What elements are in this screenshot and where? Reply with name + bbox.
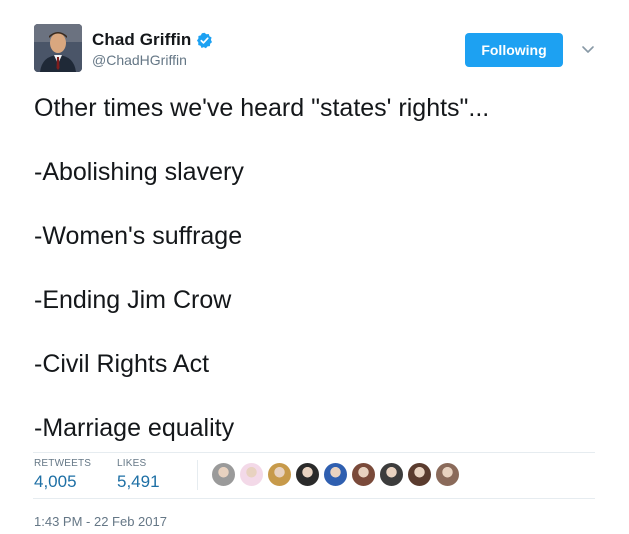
tweet-line: -Women's suffrage bbox=[34, 222, 243, 250]
retweets-count: 4,005 bbox=[34, 472, 77, 491]
liker-avatar[interactable] bbox=[211, 462, 236, 487]
author-info: Chad Griffin @ChadHGriffin bbox=[92, 30, 213, 68]
display-name[interactable]: Chad Griffin bbox=[92, 30, 191, 50]
liker-avatar[interactable] bbox=[435, 462, 460, 487]
timestamp[interactable]: 1:43 PM - 22 Feb 2017 bbox=[34, 514, 167, 529]
avatar-image bbox=[34, 24, 82, 72]
likes-count: 5,491 bbox=[117, 472, 160, 491]
tweet-line: -Marriage equality bbox=[34, 414, 235, 442]
tweet-line: -Ending Jim Crow bbox=[34, 286, 232, 314]
tweet-card: Chad Griffin @ChadHGriffin Following Oth… bbox=[0, 0, 629, 534]
liker-avatar[interactable] bbox=[267, 462, 292, 487]
liker-avatar[interactable] bbox=[351, 462, 376, 487]
stats-divider bbox=[197, 460, 198, 490]
handle[interactable]: @ChadHGriffin bbox=[92, 52, 213, 68]
following-button[interactable]: Following bbox=[465, 33, 563, 67]
liker-avatar[interactable] bbox=[295, 462, 320, 487]
liker-avatar[interactable] bbox=[239, 462, 264, 487]
tweet-line: Other times we've heard "states' rights"… bbox=[34, 94, 490, 122]
liker-avatar[interactable] bbox=[379, 462, 404, 487]
retweets-stat[interactable]: RETWEETS 4,005 bbox=[34, 458, 91, 492]
avatar[interactable] bbox=[34, 24, 82, 72]
liker-avatar[interactable] bbox=[323, 462, 348, 487]
retweets-label: RETWEETS bbox=[34, 458, 92, 469]
tweet-line: -Abolishing slavery bbox=[34, 158, 244, 186]
liker-avatars bbox=[211, 462, 460, 487]
tweet-line: -Civil Rights Act bbox=[34, 350, 210, 378]
tweet-text: Other times we've heard "states' rights"… bbox=[34, 92, 604, 444]
chevron-down-icon[interactable] bbox=[578, 40, 598, 60]
likes-stat[interactable]: LIKES 5,491 bbox=[117, 458, 160, 492]
verified-badge-icon bbox=[196, 32, 213, 49]
tweet-stats: RETWEETS 4,005 LIKES 5,491 bbox=[33, 452, 595, 499]
liker-avatar[interactable] bbox=[407, 462, 432, 487]
likes-label: LIKES bbox=[117, 458, 147, 469]
